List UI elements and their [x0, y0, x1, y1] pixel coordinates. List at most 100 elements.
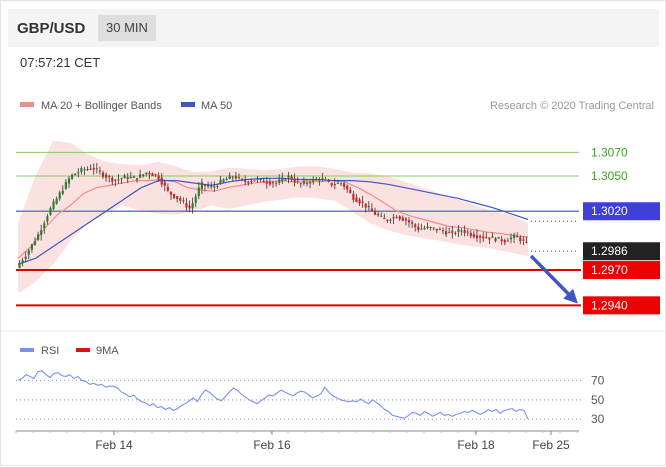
candle-body: [241, 178, 244, 180]
candle-body: [324, 179, 327, 181]
candle-body: [98, 170, 101, 172]
candle-body: [250, 180, 253, 182]
candle-body: [222, 179, 225, 183]
candle-body: [448, 232, 451, 234]
candle-body: [92, 168, 95, 170]
widget-frame: GBP/USD 30 MIN 07:57:21 CET MA 20 + Boll…: [0, 0, 666, 466]
candle-body: [37, 234, 40, 240]
candle-body: [259, 178, 262, 180]
candle-body: [312, 179, 315, 182]
candle-body: [21, 260, 24, 264]
candle-body: [284, 179, 287, 181]
x-tick-label: Feb 18: [457, 438, 495, 452]
candle-body: [191, 203, 194, 209]
candle-body: [349, 189, 352, 194]
candle-body: [343, 183, 346, 187]
rsi-tick-50: 50: [591, 393, 605, 407]
research-credit: Research © 2020 Trading Central: [490, 100, 654, 112]
level-label-1.2970: 1.2970: [591, 263, 628, 277]
candle-body: [80, 168, 83, 172]
candle-body: [302, 180, 305, 184]
candle-body: [33, 241, 37, 245]
candle-body: [139, 174, 142, 178]
candle-body: [429, 227, 432, 229]
candle-body: [95, 168, 98, 170]
rsi-legend: RSI 9MA: [20, 345, 119, 357]
legend-swatch-ma20: [20, 102, 34, 107]
candle-body: [339, 183, 343, 185]
rsi-tick-70: 70: [591, 373, 605, 387]
current-price-label: 1.2986: [591, 244, 628, 258]
candle-body: [411, 222, 414, 224]
candle-body: [163, 182, 166, 186]
candle-body: [315, 179, 318, 181]
level-label-1.3050: 1.3050: [591, 169, 628, 183]
candle-body: [370, 208, 373, 211]
candle-body: [231, 176, 234, 178]
candle-body: [123, 175, 126, 179]
candle-body: [151, 173, 154, 177]
candle-body: [135, 178, 139, 180]
candle-body: [176, 196, 179, 200]
level-label-1.3070: 1.3070: [591, 145, 628, 159]
candle-body: [154, 174, 157, 176]
candle-body: [466, 231, 469, 233]
candle-body: [423, 228, 426, 230]
candle-body: [157, 175, 160, 180]
candle-body: [491, 236, 494, 238]
candle-body: [18, 263, 21, 268]
candle-body: [43, 223, 46, 229]
legend-swatch-9ma: [76, 348, 90, 352]
candle-body: [126, 177, 129, 180]
candle-body: [268, 181, 271, 185]
candle-body: [293, 178, 296, 183]
legend-label-ma20: MA 20 + Bollinger Bands: [41, 100, 162, 112]
candle-body: [401, 217, 404, 221]
candle-body: [321, 178, 324, 180]
candle-body: [485, 237, 488, 239]
candle-body: [61, 190, 64, 194]
candle-body: [228, 175, 231, 179]
candle-body: [197, 187, 200, 197]
candle-body: [516, 236, 519, 238]
candle-body: [383, 217, 386, 220]
candle-body: [225, 178, 228, 181]
x-tick-label: Feb 16: [253, 438, 291, 452]
candle-body: [71, 174, 74, 179]
candle-body: [377, 213, 380, 216]
candle-body: [373, 211, 377, 215]
candle-body: [74, 173, 77, 176]
candle-body: [179, 198, 182, 201]
candle-body: [49, 208, 52, 215]
candle-body: [479, 235, 482, 238]
candle-body: [253, 180, 256, 182]
candle-body: [24, 256, 27, 259]
candle-body: [237, 177, 241, 179]
candle-body: [454, 233, 457, 235]
candle-body: [460, 230, 463, 232]
candle-body: [472, 234, 475, 238]
rsi-tick-30: 30: [591, 412, 605, 426]
candle-body: [194, 196, 197, 204]
candle-body: [216, 186, 219, 188]
candle-body: [210, 186, 213, 188]
candle-body: [364, 203, 367, 208]
candle-body: [166, 187, 169, 191]
candle-body: [219, 179, 222, 185]
candle-body: [509, 237, 513, 240]
candle-body: [256, 178, 259, 180]
candle-body: [395, 217, 398, 219]
candle-body: [67, 178, 71, 184]
candle-body: [488, 237, 491, 240]
candle-body: [330, 182, 333, 186]
candle-body: [392, 216, 395, 219]
candle-body: [290, 176, 293, 180]
candle-body: [305, 183, 309, 185]
candle-body: [89, 168, 92, 170]
forecast-arrow: [529, 254, 578, 304]
candle-body: [469, 232, 472, 237]
candle-body: [278, 179, 281, 183]
legend-label-rsi: RSI: [41, 345, 59, 357]
candle-body: [494, 238, 497, 241]
candle-body: [522, 239, 525, 241]
